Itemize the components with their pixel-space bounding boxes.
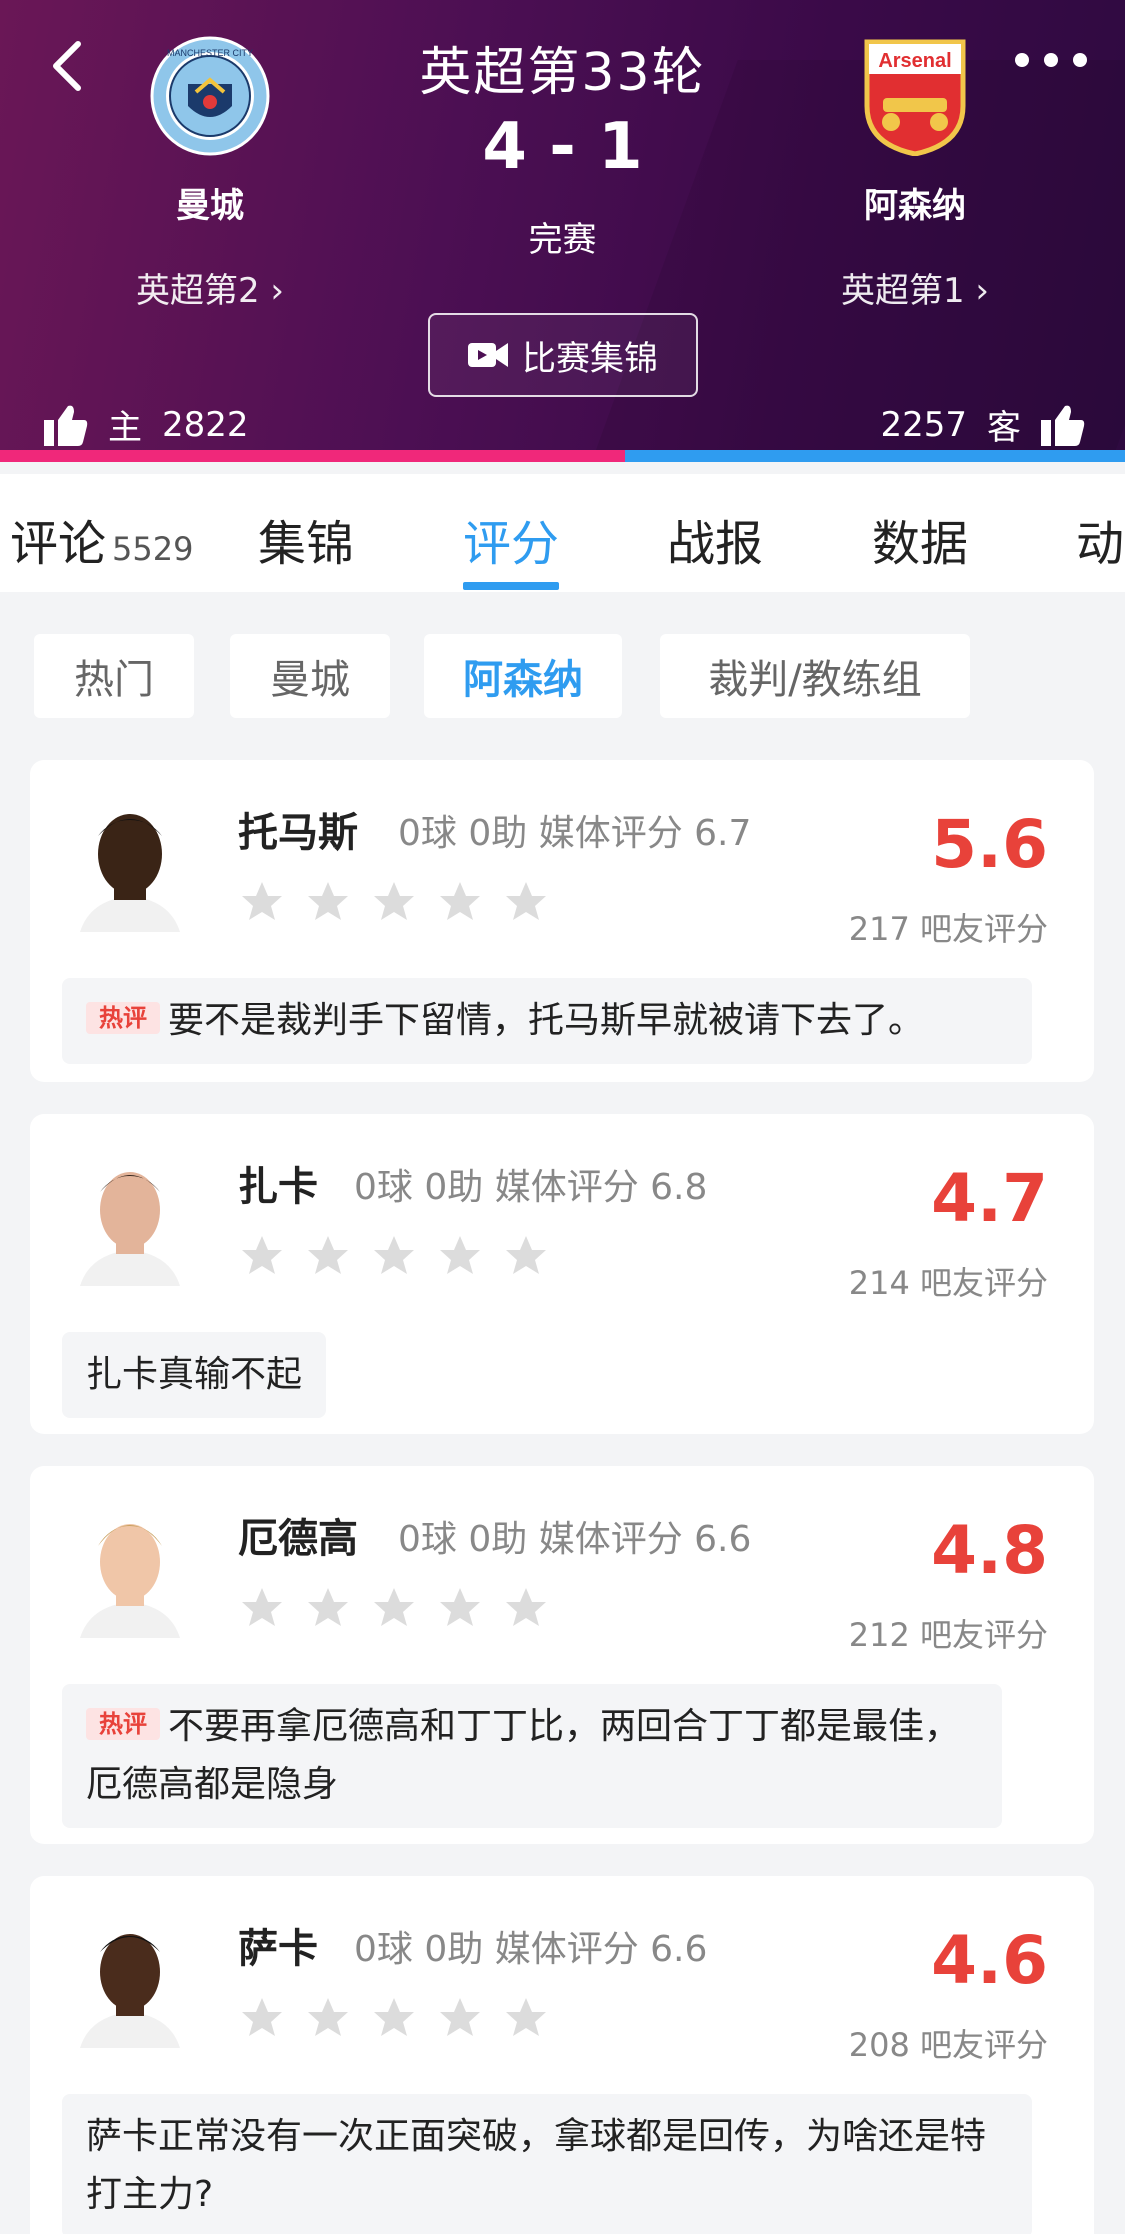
fan-rating: 5.6: [931, 806, 1048, 883]
away-team-name: 阿森纳: [864, 186, 966, 226]
highlights-label: 比赛集锦: [522, 338, 658, 379]
comment-text: 不要再拿厄德高和丁丁比，两回合丁丁都是最佳，厄德高都是隐身: [86, 1706, 961, 1805]
video-camera-icon: [468, 343, 508, 367]
filter-arsenal[interactable]: 阿森纳: [424, 634, 622, 718]
tab-stats[interactable]: 数据: [872, 504, 968, 574]
home-team[interactable]: MANCHESTER CITY 曼城 英超第2 ›: [100, 36, 320, 312]
tab-more[interactable]: 动: [1076, 504, 1124, 574]
player-card[interactable]: 托马斯 0球 0助 媒体评分 6.7 5.6 217 吧友评分 热评 要不是裁判…: [30, 760, 1094, 1082]
svg-text:MANCHESTER CITY: MANCHESTER CITY: [167, 48, 253, 58]
home-likes-label: 主: [108, 408, 142, 448]
chevron-right-icon: ›: [270, 271, 285, 311]
star-rating-input[interactable]: [238, 1994, 550, 2042]
player-name: 萨卡: [238, 1926, 318, 1972]
star-icon: [506, 882, 546, 920]
star-icon: [308, 882, 348, 920]
home-team-name: 曼城: [176, 186, 244, 226]
tab-highlights[interactable]: 集锦: [258, 504, 354, 574]
hot-comment-badge-icon: 热评: [86, 1002, 160, 1034]
player-avatar: [70, 792, 190, 932]
comment-count: 5529: [112, 530, 194, 568]
away-team[interactable]: Arsenal 阿森纳 英超第1 ›: [805, 36, 1025, 312]
hot-comment[interactable]: 热评 不要再拿厄德高和丁丁比，两回合丁丁都是最佳，厄德高都是隐身: [62, 1684, 1002, 1828]
tab-comments[interactable]: 评论 5529: [10, 504, 193, 574]
star-icon: [374, 1998, 414, 2036]
fan-rating: 4.7: [931, 1160, 1048, 1237]
star-icon: [374, 882, 414, 920]
highlights-button[interactable]: 比赛集锦: [428, 313, 698, 397]
comment-text: 萨卡正常没有一次正面突破，拿球都是回传，为啥还是特打主力?: [86, 2116, 987, 2215]
tab-ratings[interactable]: 评分: [463, 504, 559, 574]
player-stats: 0球 0助 媒体评分 6.8: [354, 1167, 708, 1208]
star-rating-input[interactable]: [238, 878, 550, 926]
away-likes-count: 2257: [880, 404, 967, 445]
star-icon: [308, 1236, 348, 1274]
thumbs-up-icon: [44, 405, 88, 446]
player-avatar: [70, 1908, 190, 2048]
star-icon: [506, 1998, 546, 2036]
svg-text:热评: 热评: [99, 1004, 147, 1032]
filter-hot[interactable]: 热门: [34, 634, 194, 718]
player-card[interactable]: 萨卡 0球 0助 媒体评分 6.6 4.6 208 吧友评分 萨卡正常没有一次正…: [30, 1876, 1094, 2234]
player-card[interactable]: 扎卡 0球 0助 媒体评分 6.8 4.7 214 吧友评分 扎卡真输不起: [30, 1114, 1094, 1434]
star-icon: [506, 1588, 546, 1626]
chevron-right-icon: ›: [975, 271, 990, 311]
player-name: 扎卡: [238, 1164, 318, 1210]
player-card[interactable]: 厄德高 0球 0助 媒体评分 6.6 4.8 212 吧友评分 热评 不要再拿厄…: [30, 1466, 1094, 1844]
tab-report[interactable]: 战报: [667, 504, 763, 574]
comment-text: 扎卡真输不起: [86, 1354, 303, 1395]
player-name: 托马斯: [238, 810, 358, 856]
star-icon: [374, 1236, 414, 1274]
star-icon: [440, 1998, 480, 2036]
arsenal-logo-icon: Arsenal: [855, 36, 975, 157]
star-rating-input[interactable]: [238, 1232, 550, 1280]
filter-man-city[interactable]: 曼城: [230, 634, 390, 718]
svg-text:Arsenal: Arsenal: [878, 50, 951, 72]
fan-rating-count: 208 吧友评分: [848, 2026, 1048, 2064]
star-icon: [506, 1236, 546, 1274]
home-team-rank[interactable]: 英超第2 ›: [100, 263, 320, 312]
star-icon: [242, 882, 282, 920]
fan-rating-count: 217 吧友评分: [848, 910, 1048, 948]
fan-rating-count: 212 吧友评分: [848, 1616, 1048, 1654]
svg-text:热评: 热评: [99, 1710, 147, 1738]
fan-rating-count: 214 吧友评分: [848, 1264, 1048, 1302]
player-stats: 0球 0助 媒体评分 6.7: [398, 813, 752, 854]
home-likes[interactable]: 主 2822: [44, 400, 249, 449]
hot-comment-badge-icon: 热评: [86, 1708, 160, 1740]
filter-referee-coach[interactable]: 裁判/教练组: [660, 634, 970, 718]
away-team-rank[interactable]: 英超第1 ›: [805, 263, 1025, 312]
fan-rating: 4.8: [931, 1512, 1048, 1589]
hot-comment[interactable]: 热评 要不是裁判手下留情，托马斯早就被请下去了。: [62, 978, 1032, 1064]
away-likes[interactable]: 2257 客: [880, 400, 1085, 449]
match-header: 英超第33轮 4 - 1 完赛 MANCHESTER CITY 曼城 英超第2 …: [0, 0, 1125, 462]
star-icon: [308, 1998, 348, 2036]
star-icon: [242, 1236, 282, 1274]
star-icon: [440, 1236, 480, 1274]
star-rating-input[interactable]: [238, 1584, 550, 1632]
star-icon: [242, 1998, 282, 2036]
player-name: 厄德高: [238, 1516, 358, 1562]
man-city-logo-icon: MANCHESTER CITY: [150, 36, 270, 156]
comment[interactable]: 萨卡正常没有一次正面突破，拿球都是回传，为啥还是特打主力?: [62, 2094, 1032, 2234]
support-ratio-bar: [0, 450, 1125, 462]
player-avatar: [70, 1498, 190, 1638]
star-icon: [440, 882, 480, 920]
comment[interactable]: 扎卡真输不起: [62, 1332, 327, 1418]
star-icon: [374, 1588, 414, 1626]
home-likes-count: 2822: [162, 404, 249, 445]
comment-text: 要不是裁判手下留情，托马斯早就被请下去了。: [168, 1000, 925, 1041]
fan-rating: 4.6: [931, 1922, 1048, 1999]
player-stats: 0球 0助 媒体评分 6.6: [398, 1519, 752, 1560]
active-tab-indicator: [463, 582, 559, 590]
player-stats: 0球 0助 媒体评分 6.6: [354, 1929, 708, 1970]
star-icon: [242, 1588, 282, 1626]
thumbs-up-icon: [1041, 405, 1085, 446]
away-likes-label: 客: [987, 408, 1021, 448]
star-icon: [440, 1588, 480, 1626]
player-avatar: [70, 1146, 190, 1286]
tab-bar: 评论 5529 集锦 评分 战报 数据 动: [0, 474, 1125, 592]
star-icon: [308, 1588, 348, 1626]
